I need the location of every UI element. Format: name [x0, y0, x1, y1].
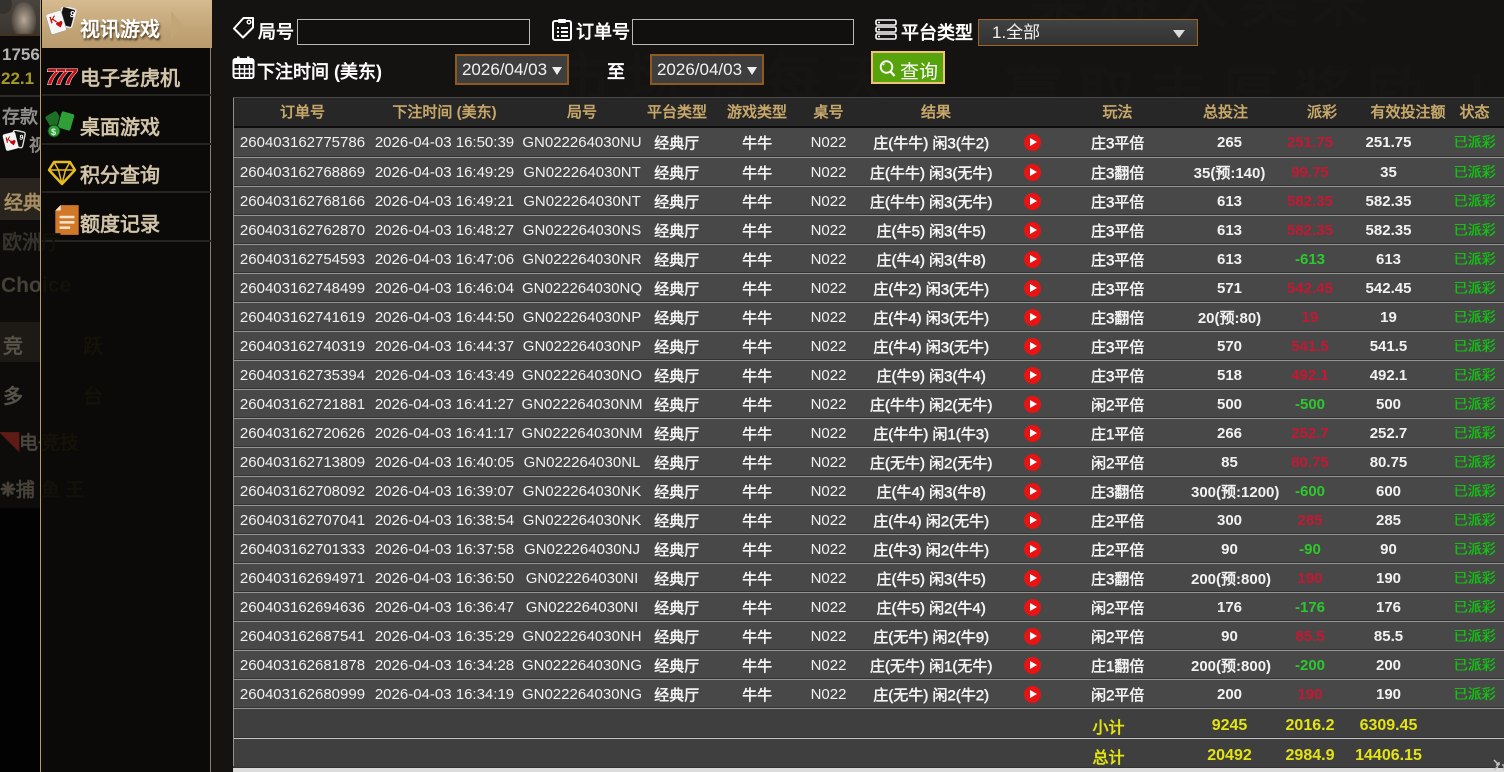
svg-text:$: $ — [51, 127, 56, 137]
svg-text:7: 7 — [64, 64, 78, 89]
